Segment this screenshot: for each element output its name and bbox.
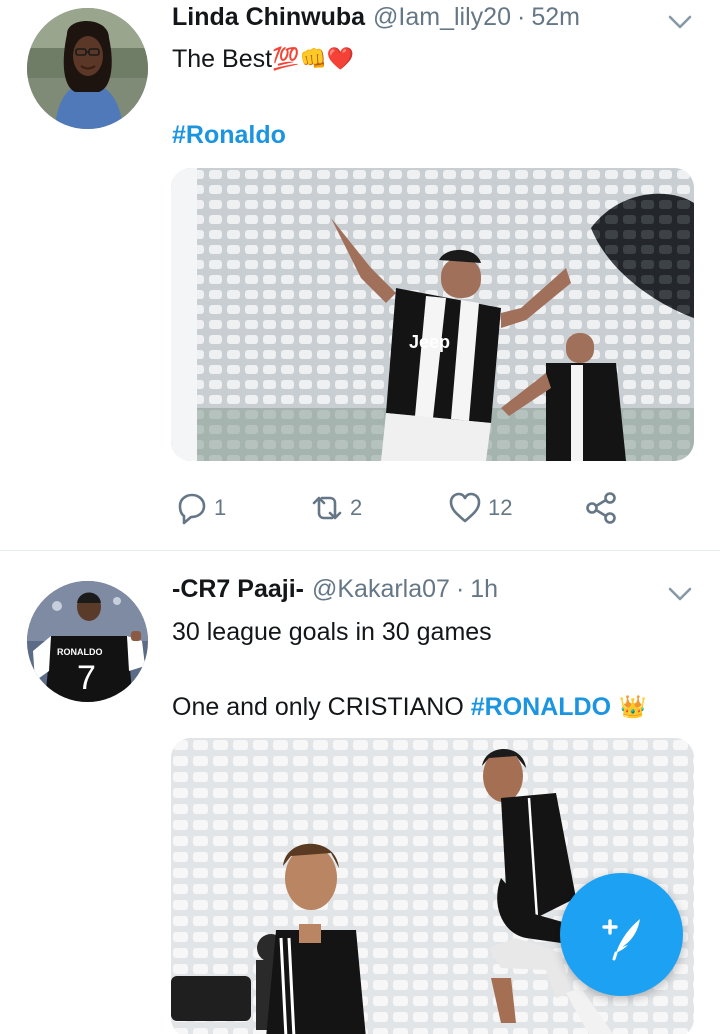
chevron-down-icon[interactable] [666, 580, 694, 608]
football-celebration-photo: Jeep [171, 168, 694, 461]
tweet-text: The Best [172, 45, 273, 73]
woman-avatar-icon [27, 8, 148, 129]
tweet-text-line-1: The Best 💯 👊 ❤️ [172, 41, 354, 77]
user-avatar[interactable]: RONALDO 7 [27, 581, 148, 702]
display-name[interactable]: -CR7 Paaji- [172, 575, 304, 604]
like-button[interactable]: 12 [448, 486, 512, 530]
retweet-icon [312, 496, 342, 520]
avatar-jersey-name: RONALDO [57, 647, 103, 657]
tweet-1[interactable]: Linda Chinwuba @Iam_lily20 · 52m The Bes… [0, 0, 720, 551]
share-button[interactable] [584, 486, 618, 530]
share-icon [586, 492, 616, 524]
jersey-avatar-icon: RONALDO 7 [27, 581, 148, 702]
separator-dot: · [516, 3, 526, 31]
heart-icon: ❤️ [326, 46, 355, 71]
tweet-header: -CR7 Paaji- @Kakarla07 · 1h [172, 575, 498, 611]
avatar-jersey-number: 7 [77, 659, 96, 697]
user-avatar[interactable] [27, 8, 148, 129]
user-handle[interactable]: @Kakarla07 [312, 575, 450, 604]
compose-tweet-button[interactable] [560, 873, 683, 996]
jersey-sponsor-text: Jeep [409, 332, 450, 352]
timestamp[interactable]: 1h [470, 575, 498, 604]
hundred-points-icon: 💯 [272, 46, 300, 71]
fist-icon: 👊 [299, 46, 327, 71]
heart-outline-icon [449, 492, 481, 523]
like-count: 12 [488, 495, 513, 520]
retweet-button[interactable]: 2 [310, 486, 362, 530]
retweet-count: 2 [350, 495, 363, 520]
compose-feather-icon [601, 918, 640, 960]
hashtag-link[interactable]: #RONALDO [471, 689, 611, 725]
tweet-text-line-2: One and only CRISTIANO #RONALDO 👑 [172, 689, 646, 725]
tweet-text-line-1: 30 league goals in 30 games [172, 614, 492, 650]
user-handle[interactable]: @Iam_lily20 [373, 3, 511, 32]
reply-count: 1 [214, 495, 227, 520]
timestamp[interactable]: 52m [531, 3, 580, 32]
tweet-header: Linda Chinwuba @Iam_lily20 · 52m [172, 3, 580, 39]
separator-dot: · [455, 575, 465, 603]
tweet-text: 30 league goals in 30 games [172, 618, 492, 646]
hashtag-link[interactable]: #Ronaldo [172, 117, 286, 153]
reply-button[interactable]: 1 [174, 486, 226, 530]
crown-icon: 👑 [619, 694, 647, 719]
reply-icon [178, 493, 206, 525]
tweet-actions: 1 2 12 [172, 486, 632, 530]
tweet-text-line-2: #Ronaldo [172, 117, 286, 153]
chevron-down-icon[interactable] [666, 8, 694, 36]
tweet-media-photo[interactable]: Jeep [171, 168, 694, 461]
tweet-text: One and only CRISTIANO [172, 693, 471, 721]
display-name[interactable]: Linda Chinwuba [172, 3, 365, 32]
